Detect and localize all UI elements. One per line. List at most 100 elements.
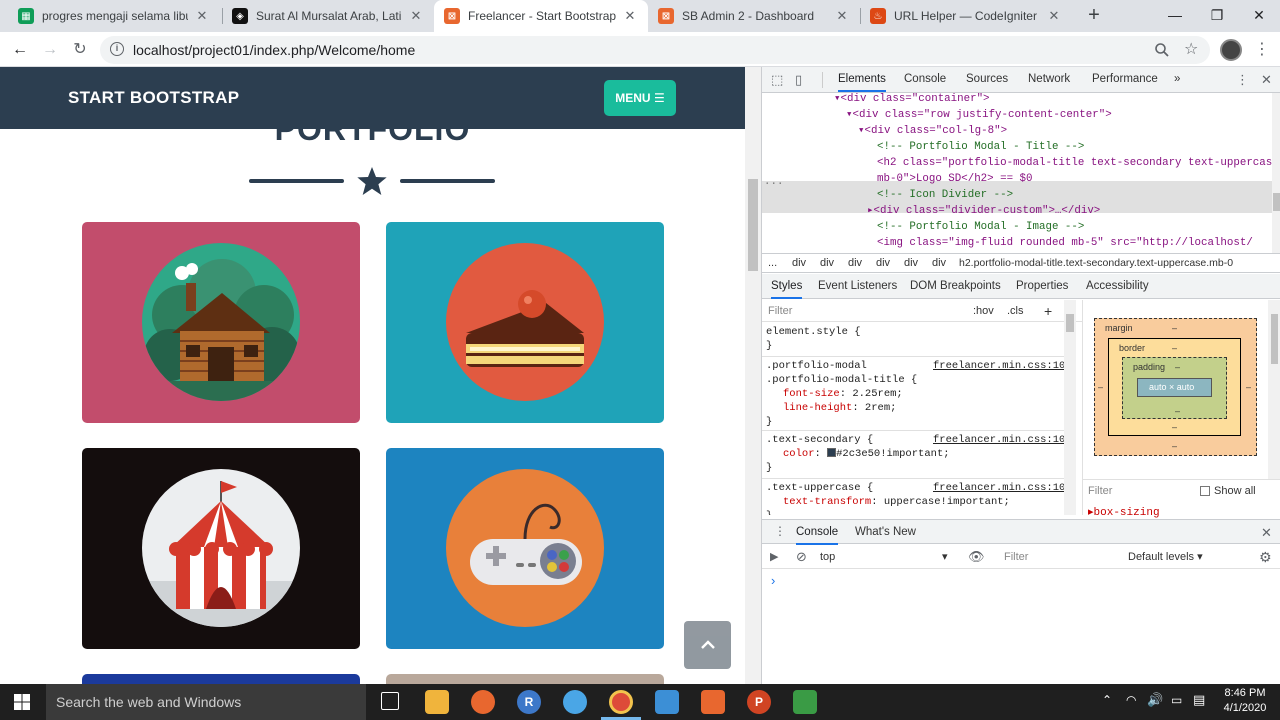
dom-line-selected-cont[interactable]: mb-0">Logo SD</h2> == $0 <box>877 172 1033 188</box>
chrome-icon[interactable] <box>609 690 633 714</box>
back-arrow-icon[interactable]: ← <box>8 38 32 62</box>
dom-line[interactable]: <img class="img-fluid rounded mb-5" src=… <box>877 236 1253 252</box>
css-declaration[interactable]: color: #2c3e50!important; <box>783 447 950 461</box>
drawer-menu-icon[interactable]: ⋮ <box>774 524 786 538</box>
drawer-tab-console[interactable]: Console <box>796 520 839 545</box>
context-select[interactable]: top ▾ <box>820 545 950 569</box>
close-devtools-icon[interactable]: ✕ <box>1261 72 1272 88</box>
more-tabs-icon[interactable]: » <box>1174 67 1180 92</box>
tab-performance[interactable]: Performance <box>1092 67 1158 92</box>
computed-filter-input[interactable]: Filter Show all <box>1082 479 1280 501</box>
forward-arrow-icon[interactable]: → <box>38 38 62 62</box>
tab-sources[interactable]: Sources <box>966 67 1008 92</box>
dom-line[interactable]: ▾<div class="col-lg-8"> <box>858 124 1007 140</box>
page-scrollbar-thumb[interactable] <box>748 179 758 271</box>
inspect-element-icon[interactable]: ⬚ <box>771 72 783 88</box>
breadcrumb-item[interactable]: div <box>792 254 806 272</box>
dom-tree[interactable]: ... ▾<div class="container"> ▾<div class… <box>762 93 1272 253</box>
new-tab-button[interactable]: + <box>1082 4 1106 28</box>
show-all-label[interactable]: Show all <box>1214 480 1256 502</box>
minimize-button[interactable]: — <box>1154 0 1196 32</box>
scroll-to-top-button[interactable] <box>684 621 731 669</box>
computed-property[interactable]: ▸box-sizing <box>1088 505 1160 519</box>
tab-event-listeners[interactable]: Event Listeners <box>818 274 897 299</box>
drawer-tab-whats-new[interactable]: What's New <box>855 520 916 545</box>
xampp-icon[interactable] <box>701 690 725 714</box>
dom-line[interactable]: ▸<div class="divider-custom">…</div> <box>867 204 1100 220</box>
breadcrumb-item[interactable]: div <box>820 254 834 272</box>
css-rules[interactable]: element.style { } .portfolio-modal freel… <box>762 322 1064 515</box>
menu-button[interactable]: MENU ☰ <box>604 80 676 116</box>
eye-icon[interactable]: 👁 <box>968 545 985 569</box>
zoom-icon[interactable] <box>1154 42 1170 58</box>
breadcrumb-item[interactable]: div <box>904 254 918 272</box>
dom-line-selected[interactable]: <h2 class="portfolio-modal-title text-se… <box>877 156 1272 172</box>
wifi-icon[interactable]: ◠ <box>1126 693 1136 707</box>
border-box[interactable]: border – – padding – – auto × auto <box>1108 338 1241 436</box>
close-window-button[interactable]: ✕ <box>1238 0 1280 32</box>
firefox-icon[interactable] <box>471 690 495 714</box>
portfolio-item-game[interactable] <box>386 448 664 649</box>
styles-scrollbar-thumb[interactable] <box>1066 314 1074 332</box>
powerpoint-icon[interactable]: P <box>747 690 771 714</box>
console-settings-gear-icon[interactable]: ⚙ <box>1259 545 1272 569</box>
padding-box[interactable]: padding – – auto × auto <box>1122 357 1227 419</box>
spreadsheet-icon[interactable] <box>793 690 817 714</box>
app-icon[interactable] <box>563 690 587 714</box>
dom-comment[interactable]: <!-- Portfolio Modal - Image --> <box>877 220 1084 236</box>
windows-start-icon[interactable] <box>14 694 30 710</box>
breadcrumb-item[interactable]: div <box>876 254 890 272</box>
console-prompt[interactable]: › <box>771 573 775 588</box>
close-icon[interactable]: ✕ <box>622 8 638 24</box>
close-icon[interactable]: ✕ <box>1046 8 1062 24</box>
hov-toggle[interactable]: :hov <box>973 300 994 322</box>
css-declaration[interactable]: text-transform: uppercase!important; <box>783 495 1010 509</box>
tab-sb-admin[interactable]: ⊠ SB Admin 2 - Dashboard ✕ <box>648 0 860 32</box>
task-view-icon[interactable] <box>381 692 399 710</box>
boxmodel-scrollbar[interactable] <box>1268 300 1280 480</box>
breadcrumb-ellipsis[interactable]: ... <box>768 254 777 272</box>
file-explorer-icon[interactable] <box>425 690 449 714</box>
tab-freelancer-active[interactable]: ⊠ Freelancer - Start Bootstrap Th ✕ <box>434 0 648 32</box>
device-toolbar-icon[interactable]: ▯ <box>795 72 802 88</box>
avatar[interactable] <box>1220 39 1242 61</box>
tray-chevron-up-icon[interactable]: ⌃ <box>1102 693 1112 707</box>
dom-line[interactable]: ▾<div class="row justify-content-center"… <box>846 108 1112 124</box>
tab-accessibility[interactable]: Accessibility <box>1086 274 1149 299</box>
close-icon[interactable]: ✕ <box>408 8 424 24</box>
page-scrollbar[interactable] <box>745 67 761 684</box>
styles-scrollbar[interactable] <box>1064 300 1076 515</box>
site-brand[interactable]: START BOOTSTRAP <box>68 88 239 108</box>
clear-console-icon[interactable]: ⊘ <box>796 545 807 569</box>
close-icon[interactable]: ✕ <box>834 8 850 24</box>
css-declaration[interactable]: font-size: 2.25rem; <box>783 387 903 401</box>
css-declaration[interactable]: line-height: 2rem; <box>783 401 896 415</box>
address-bar[interactable]: i localhost/project01/index.php/Welcome/… <box>100 36 1210 64</box>
close-drawer-icon[interactable]: ✕ <box>1261 525 1272 541</box>
show-all-checkbox[interactable] <box>1200 486 1210 496</box>
tab-properties[interactable]: Properties <box>1016 274 1068 299</box>
dom-scrollbar-thumb[interactable] <box>1273 193 1280 211</box>
tab-dom-breakpoints[interactable]: DOM Breakpoints <box>910 274 1001 299</box>
tab-styles[interactable]: Styles <box>771 274 803 299</box>
rstudio-icon[interactable]: R <box>517 690 541 714</box>
taskbar-clock[interactable]: 8:46 PM 4/1/2020 <box>1214 686 1276 716</box>
battery-icon[interactable]: ▭ <box>1171 693 1182 707</box>
sidebar-toggle-icon[interactable]: ▶ <box>770 545 778 569</box>
maximize-button[interactable]: ❐ <box>1196 0 1238 32</box>
dom-line[interactable]: ▾<div class="container"> <box>834 93 990 108</box>
bookmark-star-icon[interactable]: ☆ <box>1184 39 1198 59</box>
tab-network[interactable]: Network <box>1028 67 1070 92</box>
portfolio-item-next[interactable] <box>82 674 360 684</box>
dom-scrollbar[interactable] <box>1272 93 1280 253</box>
portfolio-item-circus[interactable] <box>82 448 360 649</box>
add-rule-icon[interactable]: + <box>1044 300 1052 322</box>
close-icon[interactable]: ✕ <box>194 8 210 24</box>
dom-comment[interactable]: <!-- Icon Divider --> <box>877 188 1013 204</box>
rule-source-link[interactable]: freelancer.min.css:10 <box>933 433 1064 447</box>
rule-source-link[interactable]: freelancer.min.css:10 <box>933 481 1064 495</box>
breadcrumb-current[interactable]: h2.portfolio-modal-title.text-secondary.… <box>959 254 1233 272</box>
styles-filter-input[interactable]: Filter :hov .cls + <box>762 300 1082 322</box>
boxmodel-scrollbar-thumb[interactable] <box>1271 314 1278 364</box>
notification-icon[interactable]: ▤ <box>1193 692 1205 708</box>
